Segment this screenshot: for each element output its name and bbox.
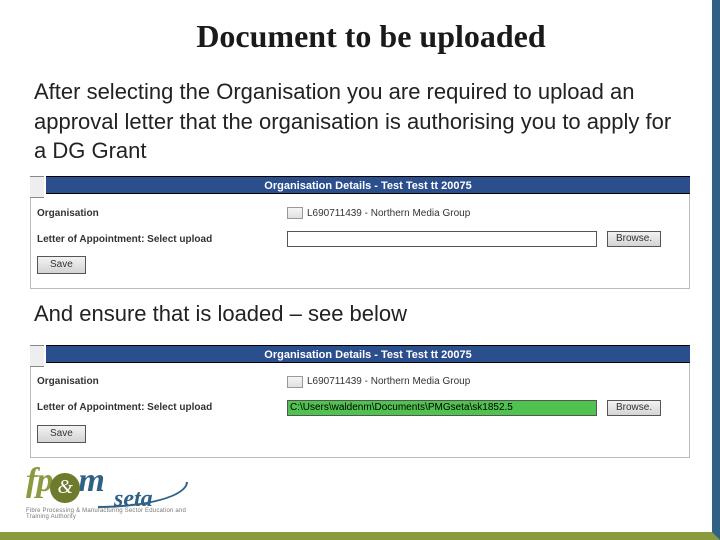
- panel-body-2: Organisation L690711439 - Northern Media…: [30, 363, 690, 458]
- file-control-2: C:\Users\waldenm\Documents\PMGseta\sk185…: [287, 400, 661, 416]
- panel-body: Organisation L690711439 - Northern Media…: [30, 194, 690, 289]
- logo-ampersand-icon: &: [50, 473, 80, 503]
- panel-header-text-2: Organisation Details - Test Test tt 2007…: [264, 349, 471, 361]
- file-input-empty[interactable]: [287, 231, 597, 247]
- panel-header: Organisation Details - Test Test tt 2007…: [46, 176, 690, 194]
- screenshot-empty: Organisation Details - Test Test tt 2007…: [30, 176, 690, 289]
- label-organisation: Organisation: [37, 208, 287, 219]
- panel-header-text: Organisation Details - Test Test tt 2007…: [264, 180, 471, 192]
- save-button-2[interactable]: Save: [37, 425, 86, 443]
- row-save-2: Save: [37, 425, 683, 443]
- organisation-value: L690711439 - Northern Media Group: [287, 207, 470, 219]
- label-letter: Letter of Appointment: Select upload: [37, 234, 287, 245]
- save-button[interactable]: Save: [37, 256, 86, 274]
- label-letter-2: Letter of Appointment: Select upload: [37, 402, 287, 413]
- label-organisation-2: Organisation: [37, 376, 287, 387]
- logo-tagline: Fibre Processing & Manufacturing Sector …: [26, 508, 196, 520]
- panel-header-2: Organisation Details - Test Test tt 2007…: [46, 345, 690, 363]
- logo-fp: fp: [26, 462, 52, 499]
- intro-paragraph-1: After selecting the Organisation you are…: [34, 77, 678, 166]
- file-control: Browse.: [287, 231, 661, 247]
- row-organisation: Organisation L690711439 - Northern Media…: [37, 204, 683, 222]
- intro-paragraph-2: And ensure that is loaded – see below: [34, 299, 678, 329]
- browse-button[interactable]: Browse.: [607, 231, 661, 247]
- file-input-filled[interactable]: C:\Users\waldenm\Documents\PMGseta\sk185…: [287, 400, 597, 416]
- organisation-text-2: L690711439 - Northern Media Group: [307, 376, 470, 387]
- row-letter: Letter of Appointment: Select upload Bro…: [37, 230, 683, 248]
- flag-icon: [287, 207, 303, 219]
- browse-button-2[interactable]: Browse.: [607, 400, 661, 416]
- organisation-value-2: L690711439 - Northern Media Group: [287, 376, 470, 388]
- slide: Document to be uploaded After selecting …: [0, 0, 720, 540]
- flag-icon-2: [287, 376, 303, 388]
- screenshot-filled: Organisation Details - Test Test tt 2007…: [30, 345, 690, 458]
- row-letter-2: Letter of Appointment: Select upload C:\…: [37, 399, 683, 417]
- page-title: Document to be uploaded: [70, 18, 672, 55]
- fpm-seta-logo: fp&m seta Fibre Processing & Manufacturi…: [26, 462, 196, 518]
- organisation-text: L690711439 - Northern Media Group: [307, 208, 470, 219]
- row-save: Save: [37, 256, 683, 274]
- row-organisation-2: Organisation L690711439 - Northern Media…: [37, 373, 683, 391]
